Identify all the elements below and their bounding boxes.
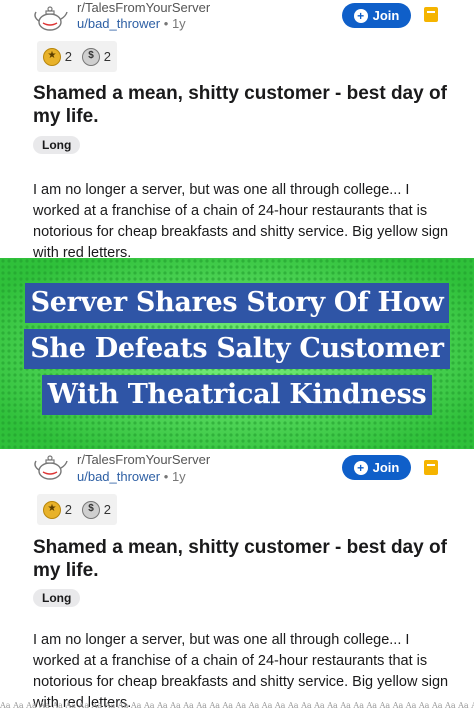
silver-award-icon: $ — [82, 47, 100, 66]
awards-bar[interactable]: ★ 2 $ 2 — [37, 41, 117, 72]
gold-award-icon: ★ — [43, 47, 61, 66]
plus-icon: + — [353, 8, 368, 23]
post-meta: u/bad_thrower • 1y — [77, 16, 186, 31]
save-icon[interactable] — [424, 460, 438, 475]
post-header: r/TalesFromYourServer u/bad_thrower • 1y… — [0, 0, 474, 40]
join-button[interactable]: + Join — [342, 3, 411, 28]
join-label: Join — [372, 460, 400, 475]
headline-banner: Server Shares Story Of How She Defeats S… — [0, 258, 474, 449]
post-card-top: r/TalesFromYourServer u/bad_thrower • 1y… — [0, 0, 474, 258]
post-flair[interactable]: Long — [33, 136, 81, 154]
post-header: r/TalesFromYourServer u/bad_thrower • 1y… — [0, 449, 474, 489]
awards-bar[interactable]: ★ 2 $ 2 — [37, 494, 117, 525]
author-link[interactable]: u/bad_thrower — [77, 469, 160, 484]
post-body: I am no longer a server, but was one all… — [33, 182, 449, 258]
post-title[interactable]: Shamed a mean, shitty customer - best da… — [33, 82, 453, 128]
post-body: I am no longer a server, but was one all… — [33, 632, 449, 711]
headline-line-2: She Defeats Salty Customer — [0, 329, 474, 369]
award-count: 2 — [103, 502, 111, 517]
silver-award-icon: $ — [82, 500, 100, 519]
award-count: 2 — [64, 502, 72, 517]
join-label: Join — [372, 8, 400, 23]
award-count: 2 — [103, 49, 111, 64]
subreddit-name[interactable]: r/TalesFromYourServer — [77, 0, 210, 15]
post-flair[interactable]: Long — [33, 589, 81, 607]
meta-separator: • — [163, 16, 169, 31]
join-button[interactable]: + Join — [342, 455, 411, 480]
save-icon[interactable] — [424, 7, 438, 22]
subreddit-teapot-icon[interactable] — [32, 453, 68, 481]
post-age: 1y — [171, 469, 186, 484]
post-age: 1y — [171, 16, 186, 31]
watermark-strip: Aa Aa Aa Aa Aa Aa Aa Aa Aa Aa Aa Aa Aa A… — [0, 701, 474, 710]
post-meta: u/bad_thrower • 1y — [77, 469, 186, 484]
award-count: 2 — [64, 49, 72, 64]
headline-line-3: With Theatrical Kindness — [0, 375, 474, 415]
post-title[interactable]: Shamed a mean, shitty customer - best da… — [33, 536, 453, 582]
gold-award-icon: ★ — [43, 500, 61, 519]
subreddit-name[interactable]: r/TalesFromYourServer — [77, 452, 210, 467]
meta-separator: • — [163, 469, 169, 484]
plus-icon: + — [353, 460, 368, 475]
subreddit-teapot-icon[interactable] — [32, 4, 68, 32]
post-card-bottom: r/TalesFromYourServer u/bad_thrower • 1y… — [0, 449, 474, 711]
headline-line-1: Server Shares Story Of How — [0, 283, 474, 323]
author-link[interactable]: u/bad_thrower — [77, 16, 160, 31]
